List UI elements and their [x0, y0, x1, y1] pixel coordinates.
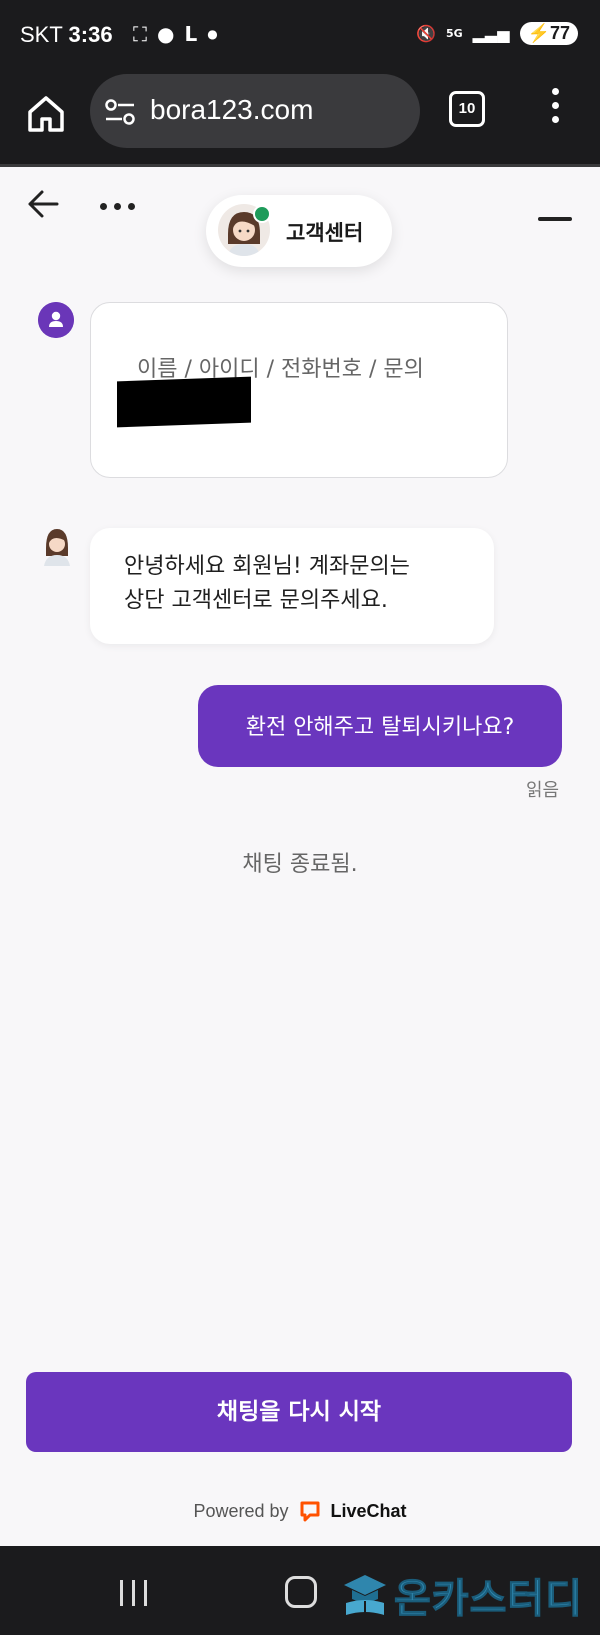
- agent-name: 고객센터: [286, 221, 364, 245]
- chat-header: 고객센터: [0, 167, 600, 277]
- screenshot-icon: ⛶: [133, 22, 147, 46]
- dot-icon: ●: [207, 27, 218, 41]
- mute-icon: 🔇: [416, 24, 436, 43]
- app-c-icon: ●: [157, 22, 175, 46]
- url-bar[interactable]: bora123.com: [90, 74, 420, 148]
- agent-message-avatar: [44, 529, 70, 566]
- tab-switcher-button[interactable]: 10: [449, 91, 485, 127]
- status-bar: SKT 3:36 ⛶ ● L ● 🔇 5G ▂▃▅ ⚡77: [0, 0, 600, 74]
- carrier: SKT: [20, 22, 63, 47]
- notification-icons: ⛶ ● L ●: [133, 22, 218, 46]
- agent-message-bubble: 안녕하세요 회원님! 계좌문의는 상단 고객센터로 문의주세요.: [90, 528, 494, 644]
- powered-by-text: Powered by: [193, 1500, 289, 1521]
- redacted-answer: [117, 376, 251, 428]
- livechat-logo-icon: [300, 1501, 320, 1522]
- app-l-icon: L: [184, 22, 198, 46]
- user-message-text: 환전 안해주고 탈퇴시키나요?: [245, 715, 515, 740]
- recent-apps-icon[interactable]: [120, 1580, 147, 1606]
- minimize-icon[interactable]: [538, 217, 572, 221]
- livechat-brand: LiveChat: [330, 1500, 407, 1521]
- graduation-book-icon: [344, 1575, 386, 1615]
- battery-level: 77: [549, 23, 570, 43]
- browser-toolbar: bora123.com 10: [0, 74, 600, 167]
- status-carrier-time: SKT 3:36: [20, 22, 113, 48]
- agent-message-line: 안녕하세요 회원님! 계좌문의는: [124, 554, 410, 579]
- browser-menu-icon[interactable]: [548, 88, 562, 128]
- restart-chat-button[interactable]: 채팅을 다시 시작: [26, 1372, 572, 1452]
- back-arrow-icon[interactable]: [26, 189, 60, 219]
- agent-message-line: 상단 고객센터로 문의주세요.: [124, 588, 388, 613]
- site-settings-icon[interactable]: [104, 98, 136, 126]
- more-options-icon[interactable]: [100, 203, 135, 210]
- watermark: 온카스터디: [342, 1566, 583, 1624]
- chat-ended-notice: 채팅 종료됨.: [242, 852, 358, 877]
- prechat-form-card: 이름 / 아이디 / 전화번호 / 문의: [90, 302, 508, 478]
- system-nav-bar: 온카스터디: [0, 1546, 600, 1635]
- user-message-bubble: 환전 안해주고 탈퇴시키나요?: [198, 685, 562, 767]
- battery-icon: ⚡77: [519, 22, 578, 45]
- powered-by-footer[interactable]: Powered by LiveChat: [0, 1500, 600, 1522]
- online-status-dot: [253, 205, 271, 223]
- home-icon[interactable]: [24, 92, 68, 136]
- url-text[interactable]: bora123.com: [150, 94, 313, 126]
- agent-info-pill[interactable]: 고객센터: [206, 195, 392, 267]
- nav-home-icon[interactable]: [285, 1576, 317, 1608]
- clock: 3:36: [68, 22, 113, 47]
- signal-icon: ▂▃▅: [472, 24, 510, 43]
- watermark-text: 온카스터디: [394, 1576, 583, 1623]
- read-receipt: 읽음: [526, 780, 560, 801]
- network-type: 5G: [445, 27, 463, 40]
- agent-message-text: 안녕하세요 회원님! 계좌문의는 상단 고객센터로 문의주세요.: [124, 550, 410, 618]
- visitor-avatar-icon: [38, 302, 74, 338]
- system-icons: 🔇 5G ▂▃▅ ⚡77: [416, 22, 578, 45]
